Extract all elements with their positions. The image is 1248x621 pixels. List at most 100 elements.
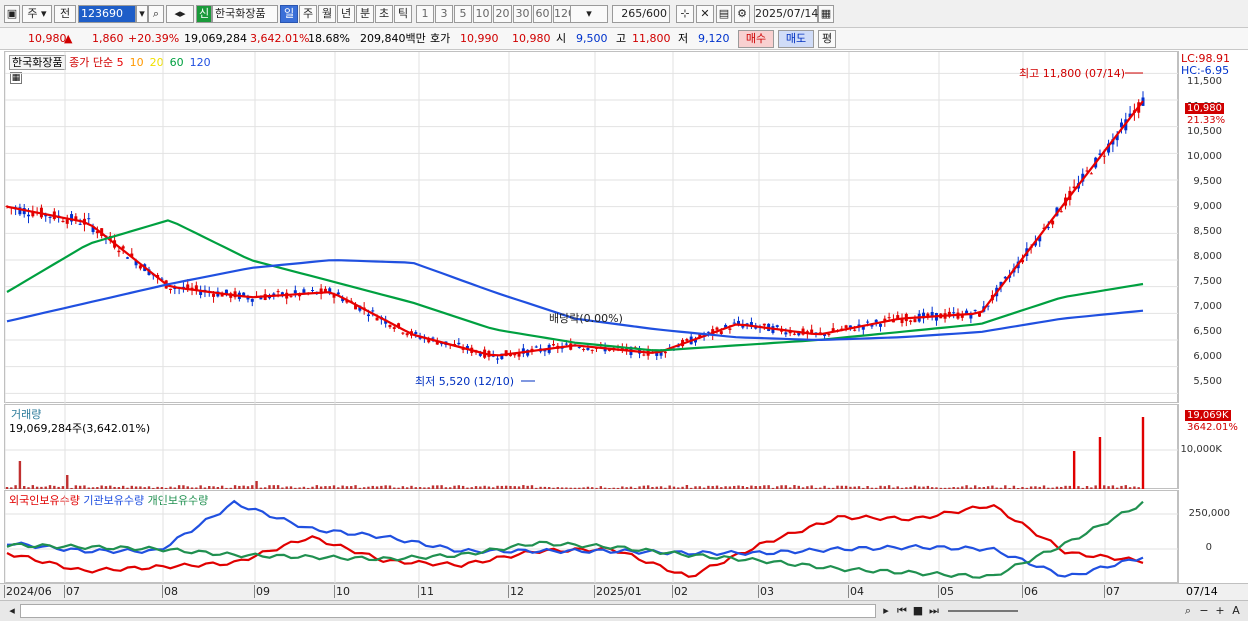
- volume-bar: [1111, 485, 1115, 489]
- interval-button[interactable]: 5: [454, 5, 472, 23]
- volume-bar: [973, 485, 977, 489]
- buy-button[interactable]: 매수: [738, 30, 774, 48]
- volume-bar: [1094, 485, 1097, 489]
- volume-last-pct: 3642.01%: [1187, 422, 1238, 433]
- candle-body: [375, 317, 379, 321]
- gear-icon[interactable]: ⚙: [734, 5, 750, 23]
- chart-scrollbar[interactable]: ◂ ▸ ⏮ ■ ⏭ ⌕ − + A: [0, 600, 1248, 621]
- volume-bar: [866, 486, 869, 489]
- volume-bar: [61, 486, 65, 489]
- last-page-icon[interactable]: ⏭: [926, 603, 942, 619]
- speaker-icon[interactable]: ◂▸: [166, 5, 194, 23]
- volume-bar: [702, 487, 706, 489]
- count-total: /600: [642, 7, 667, 20]
- volume-bar: [1077, 486, 1080, 489]
- toolbar: ▣ 주 ▾ 전 123690 ▾ ⌕ ◂▸ 신 한국화장품 일주월년분초틱 13…: [0, 0, 1248, 28]
- volume-bar: [948, 487, 951, 489]
- stop-icon[interactable]: ■: [910, 603, 926, 619]
- period-button[interactable]: 일: [280, 5, 298, 23]
- volume-bar: [272, 485, 275, 489]
- volume-bar: [591, 487, 594, 489]
- zoom-icon[interactable]: ⌕: [1180, 603, 1196, 619]
- volume-bar: [165, 487, 168, 489]
- volume-bar: [677, 487, 680, 489]
- count-display[interactable]: 265/600: [612, 5, 670, 23]
- volume-bar: [560, 487, 564, 489]
- font-size-icon[interactable]: A: [1228, 603, 1244, 619]
- period-button[interactable]: 월: [318, 5, 336, 23]
- period-button[interactable]: 주: [299, 5, 317, 23]
- volume-bar: [634, 487, 637, 489]
- volume-bar: [1068, 485, 1072, 489]
- zoom-in-icon[interactable]: +: [1212, 603, 1228, 619]
- date-input[interactable]: 2025/07/14: [754, 5, 818, 23]
- interval-button[interactable]: 30: [513, 5, 532, 23]
- volume-bar: [517, 486, 521, 489]
- scroll-left-icon[interactable]: ◂: [4, 603, 20, 619]
- period-button[interactable]: 년: [337, 5, 355, 23]
- scroll-track[interactable]: [20, 604, 876, 618]
- candle-body: [663, 351, 667, 354]
- calendar-icon[interactable]: ▦: [818, 5, 834, 23]
- volume-bar: [208, 486, 211, 489]
- interval-button[interactable]: 1: [416, 5, 434, 23]
- last-price-box: 10,980: [1185, 103, 1224, 114]
- zoom-out-icon[interactable]: −: [1196, 603, 1212, 619]
- scroll-right-icon[interactable]: ▸: [878, 603, 894, 619]
- candle-body: [1089, 173, 1093, 175]
- prev-button[interactable]: 전: [54, 5, 76, 23]
- volume-last-box: 19,069K: [1185, 410, 1231, 421]
- stock-code-input[interactable]: 123690: [78, 5, 136, 23]
- search-icon[interactable]: ⌕: [148, 5, 164, 23]
- x-axis-label: 05: [938, 585, 954, 598]
- period-button[interactable]: 초: [375, 5, 393, 23]
- volume-bar: [220, 485, 224, 489]
- candle-body: [844, 325, 848, 328]
- chevron-down-icon[interactable]: ▾: [136, 5, 148, 23]
- window-icon[interactable]: ▣: [4, 5, 20, 23]
- volume-bar: [513, 486, 516, 489]
- period-button[interactable]: 분: [356, 5, 374, 23]
- volume-bar: [547, 487, 551, 489]
- candle-body: [259, 297, 263, 300]
- market-select[interactable]: 주 ▾: [22, 5, 52, 23]
- candle-body: [853, 329, 857, 331]
- interval-button[interactable]: 10: [473, 5, 492, 23]
- volume-bar: [1025, 487, 1029, 489]
- interval-button[interactable]: 20: [493, 5, 512, 23]
- volume-bar: [91, 487, 95, 489]
- first-page-icon[interactable]: ⏮: [894, 603, 910, 619]
- interval-dropdown[interactable]: ▾: [570, 5, 608, 23]
- holdings-chart[interactable]: [5, 491, 1179, 584]
- volume-bar: [788, 487, 792, 489]
- candle-body: [586, 347, 590, 350]
- price-chart[interactable]: 최고 11,800 (07/14) 최저 5,520 (12/10) 배당락(0.0…: [5, 52, 1179, 404]
- x-axis-last-date: 07/14: [1186, 585, 1218, 598]
- volume-bar: [1012, 485, 1016, 489]
- period-button[interactable]: 틱: [394, 5, 412, 23]
- volume-bar: [603, 487, 607, 489]
- save-icon[interactable]: ▤: [716, 5, 732, 23]
- volume-chart[interactable]: [5, 405, 1179, 490]
- interval-button[interactable]: 3: [435, 5, 453, 23]
- candle-body: [366, 314, 370, 317]
- sell-button[interactable]: 매도: [778, 30, 814, 48]
- volume-bar: [698, 486, 701, 489]
- volume-bar: [203, 487, 207, 489]
- candle-body: [302, 289, 306, 293]
- quote-label: 호가: [430, 32, 451, 45]
- volume-bar: [449, 487, 452, 489]
- volume-bar: [126, 487, 129, 489]
- volume-bar: [380, 485, 383, 489]
- volume-bar: [414, 487, 417, 489]
- candle-body: [685, 339, 689, 341]
- avg-button[interactable]: 평: [818, 30, 836, 48]
- interval-button[interactable]: 60: [533, 5, 552, 23]
- zoom-slider[interactable]: [948, 610, 1018, 612]
- crosshair-icon[interactable]: ✕: [696, 5, 714, 23]
- x-axis-label: 09: [254, 585, 270, 598]
- high-price: 11,800: [632, 32, 671, 45]
- indicator-icon[interactable]: ⊹: [676, 5, 694, 23]
- candle-body: [289, 296, 293, 298]
- volume-bar: [10, 487, 13, 489]
